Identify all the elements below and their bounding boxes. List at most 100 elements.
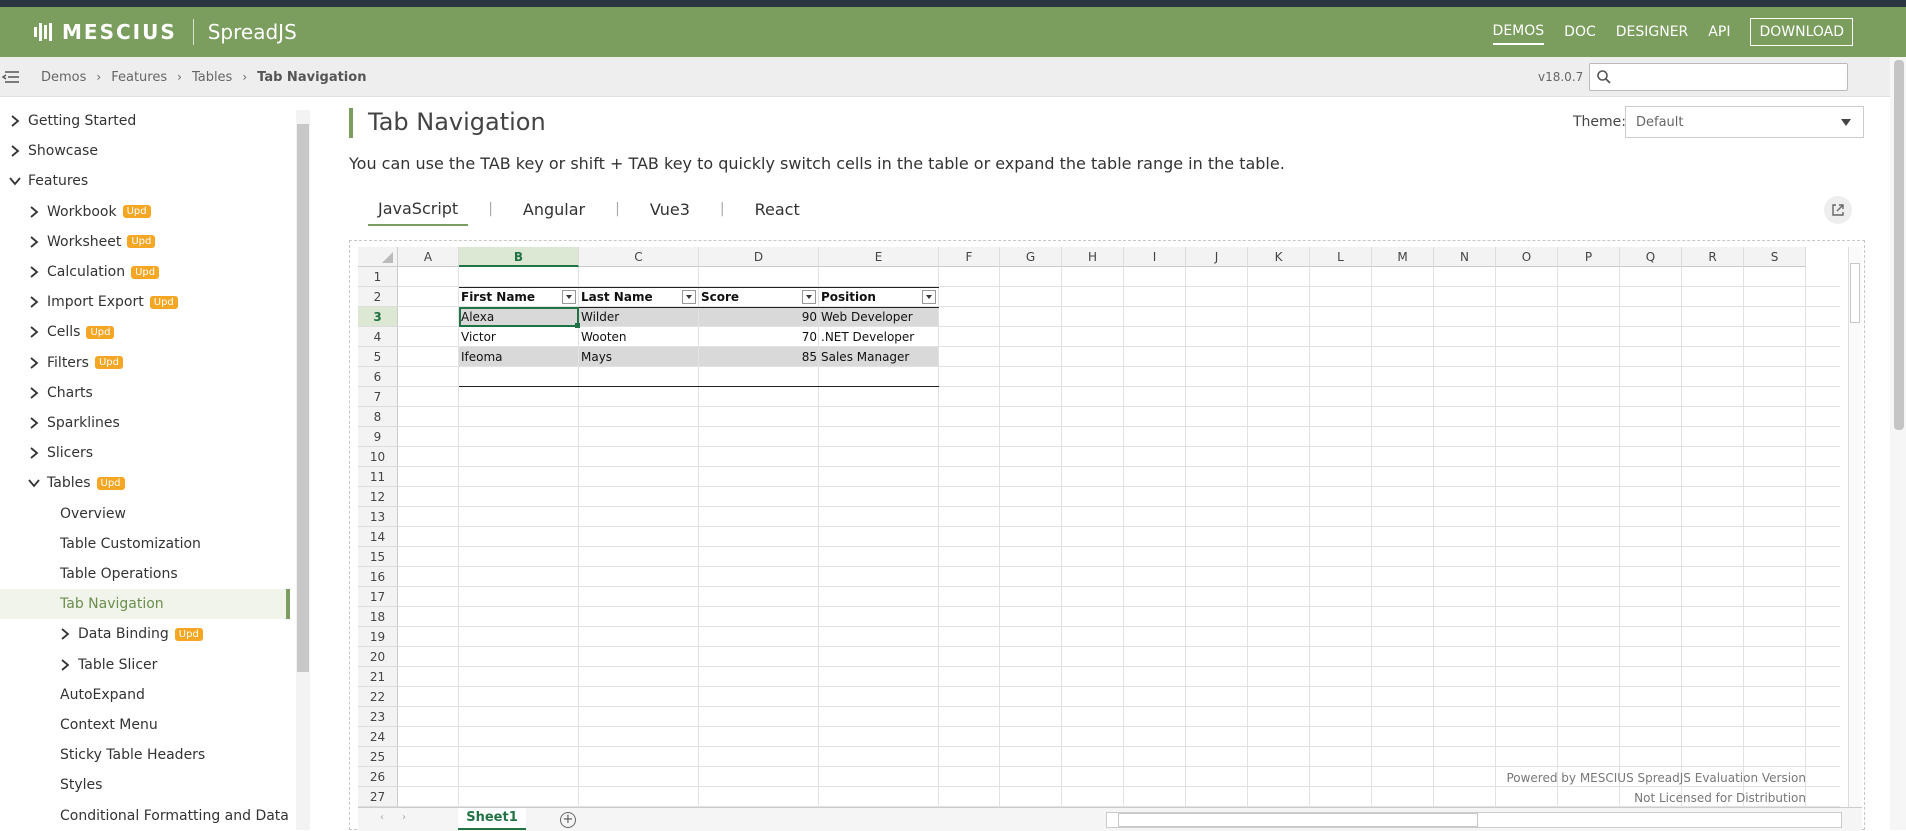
column-header[interactable]: C xyxy=(579,247,699,267)
table-cell[interactable]: Web Developer xyxy=(819,307,939,327)
column-header[interactable]: O xyxy=(1496,247,1558,267)
sidebar-item[interactable]: Sparklines xyxy=(0,408,290,438)
table-header-cell[interactable]: Position xyxy=(819,287,939,307)
row-header[interactable]: 3 xyxy=(358,307,398,327)
row-header[interactable]: 15 xyxy=(358,547,398,567)
tab-react[interactable]: React xyxy=(745,200,810,225)
table-cell[interactable]: 90 xyxy=(699,307,819,327)
row-header[interactable]: 12 xyxy=(358,487,398,507)
row-header[interactable]: 2 xyxy=(358,287,398,307)
row-header[interactable]: 22 xyxy=(358,687,398,707)
row-header[interactable]: 5 xyxy=(358,347,398,367)
table-header-cell[interactable]: Last Name xyxy=(579,287,699,307)
row-header[interactable]: 4 xyxy=(358,327,398,347)
download-button[interactable]: DOWNLOAD xyxy=(1750,18,1853,46)
table-cell[interactable]: 85 xyxy=(699,347,819,367)
row-header[interactable]: 21 xyxy=(358,667,398,687)
row-header[interactable]: 8 xyxy=(358,407,398,427)
nav-designer[interactable]: DESIGNER xyxy=(1616,20,1689,44)
column-header[interactable]: I xyxy=(1124,247,1186,267)
sidebar-item[interactable]: Calculation Upd xyxy=(0,257,290,287)
column-header[interactable]: E xyxy=(819,247,939,267)
column-header[interactable]: P xyxy=(1558,247,1620,267)
table-header-cell[interactable]: First Name xyxy=(459,287,579,307)
column-header[interactable]: H xyxy=(1062,247,1124,267)
sheet-nav-arrows-icon[interactable]: ‹› xyxy=(380,812,424,823)
theme-select[interactable]: Default xyxy=(1625,106,1864,138)
nav-demos[interactable]: DEMOS xyxy=(1492,19,1545,45)
column-header[interactable]: D xyxy=(699,247,819,267)
search-input[interactable] xyxy=(1589,63,1848,91)
select-all-corner[interactable] xyxy=(358,247,398,267)
sidebar-item[interactable]: Data Binding Upd xyxy=(0,619,290,649)
sidebar-item[interactable]: Tab Navigation xyxy=(0,589,290,620)
row-header[interactable]: 27 xyxy=(358,787,398,807)
column-header[interactable]: R xyxy=(1682,247,1744,267)
row-header[interactable]: 26 xyxy=(358,767,398,787)
sidebar-item[interactable]: Table Customization xyxy=(0,529,290,559)
row-header[interactable]: 25 xyxy=(358,747,398,767)
table-cell[interactable]: Mays xyxy=(579,347,699,367)
sidebar-item[interactable]: Cells Upd xyxy=(0,317,290,347)
table-cell[interactable]: .NET Developer xyxy=(819,327,939,347)
sidebar-item[interactable]: Showcase xyxy=(0,136,290,166)
row-header[interactable]: 24 xyxy=(358,727,398,747)
column-header[interactable]: J xyxy=(1186,247,1248,267)
sidebar-item[interactable]: Worksheet Upd xyxy=(0,227,290,257)
row-header[interactable]: 1 xyxy=(358,267,398,287)
sidebar-item[interactable]: Getting Started xyxy=(0,106,290,136)
column-header[interactable]: L xyxy=(1310,247,1372,267)
sidebar-item[interactable]: Slicers xyxy=(0,438,290,468)
nav-doc[interactable]: DOC xyxy=(1564,20,1596,44)
breadcrumb-features[interactable]: Features xyxy=(111,70,167,85)
column-header[interactable]: M xyxy=(1372,247,1434,267)
sidebar-item[interactable]: Sticky Table Headers xyxy=(0,740,290,770)
menu-collapse-icon[interactable] xyxy=(0,66,22,88)
row-header[interactable]: 13 xyxy=(358,507,398,527)
row-header[interactable]: 14 xyxy=(358,527,398,547)
page-scroll-thumb[interactable] xyxy=(1894,60,1904,430)
row-header[interactable]: 11 xyxy=(358,467,398,487)
nav-api[interactable]: API xyxy=(1708,20,1730,44)
column-header[interactable]: F xyxy=(939,247,1000,267)
filter-dropdown-icon[interactable] xyxy=(562,290,576,304)
row-header[interactable]: 9 xyxy=(358,427,398,447)
sidebar-item[interactable]: Filters Upd xyxy=(0,348,290,378)
row-header[interactable]: 17 xyxy=(358,587,398,607)
table-cell[interactable]: Wilder xyxy=(579,307,699,327)
table-cell[interactable]: Ifeoma xyxy=(459,347,579,367)
grid-vertical-scrollbar[interactable] xyxy=(1848,247,1862,807)
sidebar-item[interactable]: Tables Upd xyxy=(0,468,290,498)
sidebar-item[interactable]: Table Operations xyxy=(0,559,290,589)
column-header[interactable]: A xyxy=(398,247,459,267)
column-header[interactable]: Q xyxy=(1620,247,1682,267)
column-header[interactable]: N xyxy=(1434,247,1496,267)
column-header[interactable]: K xyxy=(1248,247,1310,267)
open-external-button[interactable] xyxy=(1824,196,1852,224)
sidebar-item[interactable]: Charts xyxy=(0,378,290,408)
table-cell[interactable]: Sales Manager xyxy=(819,347,939,367)
table-cell[interactable]: 70 xyxy=(699,327,819,347)
grid-vertical-scroll-thumb[interactable] xyxy=(1850,263,1860,323)
grid-horizontal-scroll-thumb[interactable] xyxy=(1118,813,1478,827)
filter-dropdown-icon[interactable] xyxy=(922,290,936,304)
sidebar-item[interactable]: Styles xyxy=(0,770,290,800)
column-header[interactable]: B xyxy=(459,247,579,267)
table-cell[interactable]: Wooten xyxy=(579,327,699,347)
sidebar-item[interactable]: Features xyxy=(0,166,290,196)
filter-dropdown-icon[interactable] xyxy=(682,290,696,304)
tab-angular[interactable]: Angular xyxy=(513,200,595,225)
sidebar-item[interactable]: Import Export Upd xyxy=(0,287,290,317)
row-header[interactable]: 23 xyxy=(358,707,398,727)
sidebar-item[interactable]: Context Menu xyxy=(0,710,290,740)
table-cell[interactable]: Alexa xyxy=(459,307,579,327)
row-header[interactable]: 10 xyxy=(358,447,398,467)
column-header[interactable]: G xyxy=(1000,247,1062,267)
row-header[interactable]: 6 xyxy=(358,367,398,387)
sheet-tab-sheet1[interactable]: Sheet1 xyxy=(458,808,526,830)
tab-vue3[interactable]: Vue3 xyxy=(640,200,700,225)
breadcrumb-tables[interactable]: Tables xyxy=(192,70,232,85)
spreadsheet[interactable]: ABCDEFGHIJKLMNOPQRS 1 2 3 4 5 6 7 8 9 10 11 12 13 14 1… xyxy=(358,247,1848,807)
sidebar-item[interactable]: Table Slicer xyxy=(0,650,290,680)
column-header[interactable]: S xyxy=(1744,247,1806,267)
